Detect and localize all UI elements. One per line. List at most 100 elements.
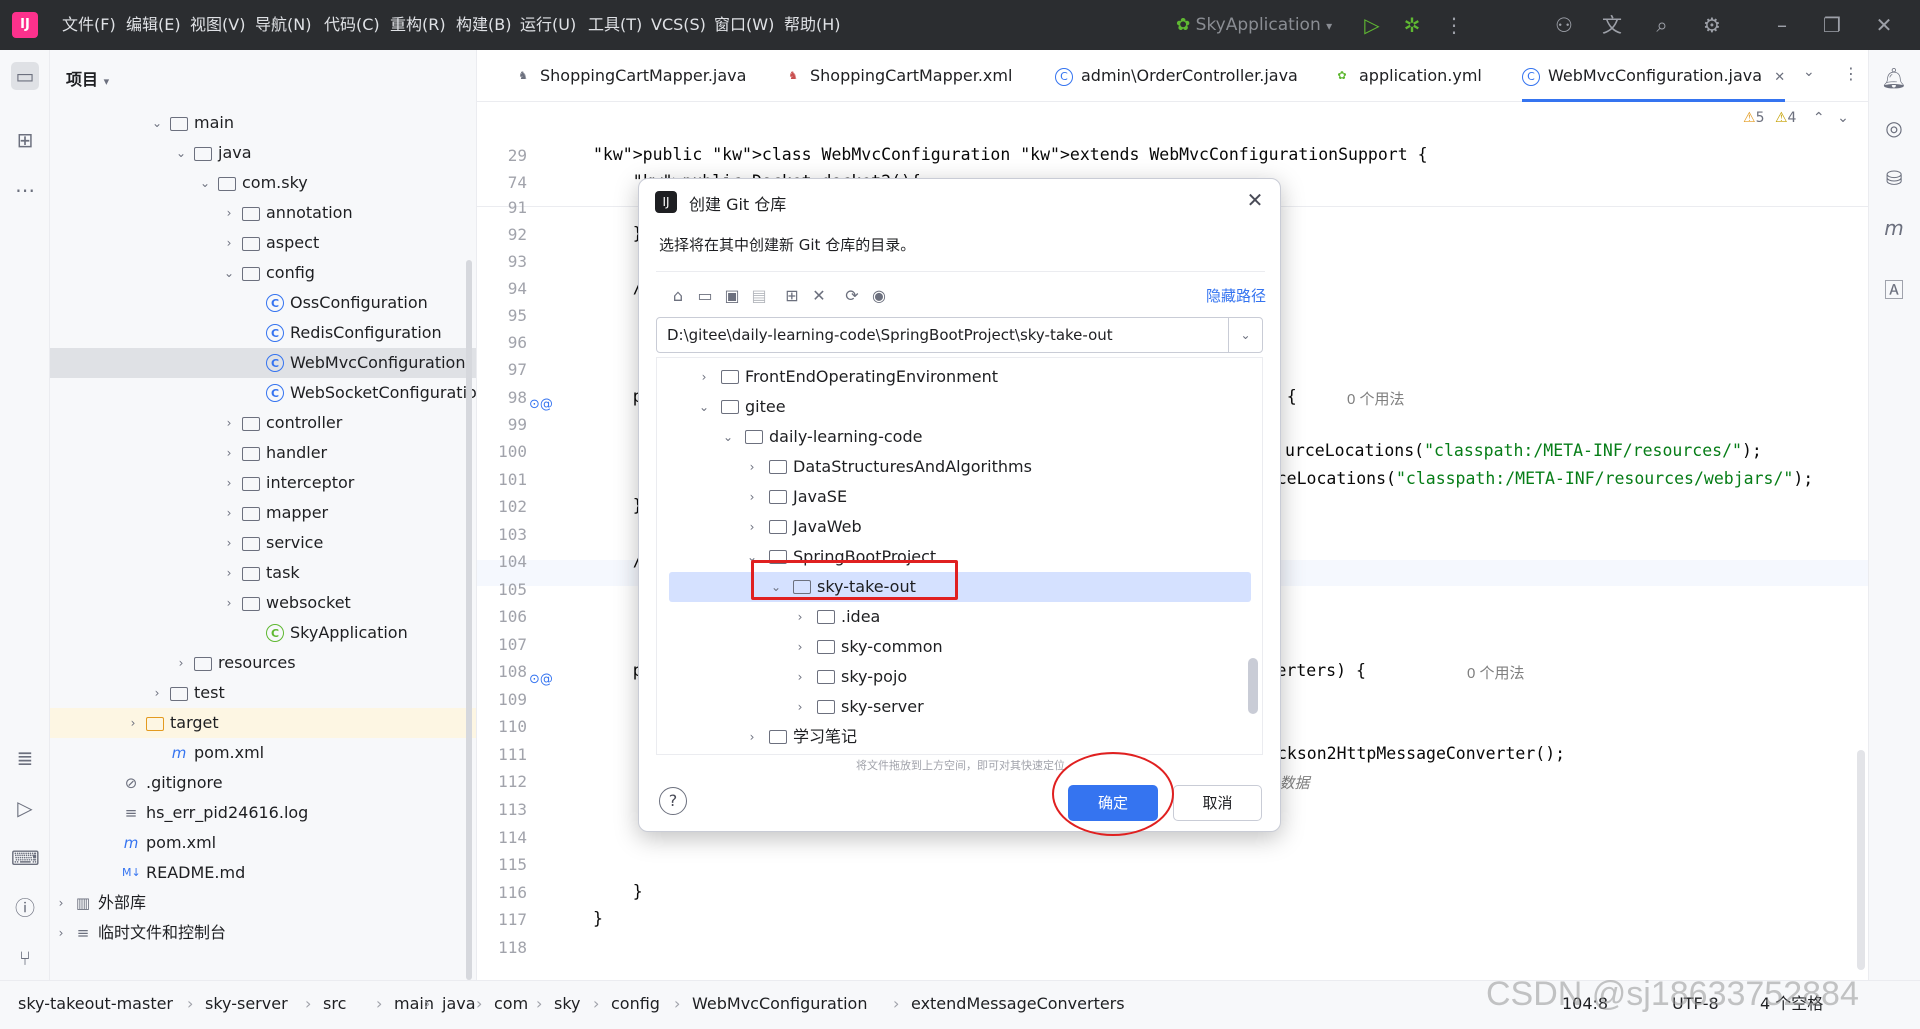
inspections-widget[interactable]: ⚠5 ⚠4 ⌃ ⌄: [1743, 110, 1849, 126]
chevron-right-icon[interactable]: ›: [222, 528, 236, 558]
chevron-right-icon[interactable]: ›: [793, 602, 807, 632]
directory-tree-item[interactable]: › JavaWeb: [657, 512, 1247, 542]
project-tree-item[interactable]: › annotation: [50, 198, 476, 228]
chevron-down-icon[interactable]: ⌄: [721, 422, 735, 452]
menu-item[interactable]: 帮助(H): [784, 0, 841, 50]
usages-hint[interactable]: 0 个用法: [1347, 388, 1405, 409]
chevron-right-icon[interactable]: ›: [793, 632, 807, 662]
chevron-right-icon[interactable]: ›: [745, 452, 759, 482]
chevron-down-icon[interactable]: ⌄: [150, 108, 164, 138]
project-tree-item[interactable]: C WebMvcConfiguration: [50, 348, 476, 378]
editor-tab[interactable]: C WebMvcConfiguration.java ✕: [1522, 50, 1786, 102]
project-tree-item[interactable]: ⌄ config: [50, 258, 476, 288]
chevron-right-icon[interactable]: ›: [126, 708, 140, 738]
path-input[interactable]: D:\gitee\daily-learning-code\SpringBootP…: [656, 317, 1263, 353]
project-folder-icon[interactable]: ▣: [721, 285, 743, 307]
project-tree-item[interactable]: › mapper: [50, 498, 476, 528]
menu-item[interactable]: 运行(U): [520, 0, 576, 50]
menu-item[interactable]: 文件(F): [62, 0, 116, 50]
chevron-right-icon[interactable]: ›: [150, 678, 164, 708]
chevron-down-icon[interactable]: ⌄: [174, 138, 188, 168]
breadcrumb-item[interactable]: sky-server: [205, 981, 288, 1027]
chevron-right-icon[interactable]: ›: [222, 198, 236, 228]
home-icon[interactable]: ⌂: [667, 285, 689, 307]
chevron-right-icon[interactable]: ›: [222, 588, 236, 618]
editor-tab[interactable]: ♞ ShoppingCartMapper.java: [514, 50, 746, 102]
chevron-down-icon[interactable]: ⌄: [198, 168, 212, 198]
prev-highlight-icon[interactable]: ⌃: [1813, 110, 1825, 126]
chevron-right-icon[interactable]: ›: [174, 648, 188, 678]
project-scrollbar[interactable]: [466, 260, 472, 980]
project-tree-item[interactable]: › interceptor: [50, 468, 476, 498]
breadcrumb-item[interactable]: src: [323, 981, 346, 1027]
chevron-down-icon[interactable]: ⌄: [1228, 318, 1262, 352]
ai-chat-icon[interactable]: 🄰: [1880, 276, 1908, 304]
chevron-right-icon[interactable]: ›: [745, 722, 759, 752]
breadcrumb-item[interactable]: config: [611, 981, 660, 1027]
directory-tree-item[interactable]: › DataStructuresAndAlgorithms: [657, 452, 1247, 482]
settings-gear-icon[interactable]: ⚙: [1700, 13, 1724, 37]
close-icon[interactable]: ✕: [1240, 185, 1270, 215]
project-tree-item[interactable]: › resources: [50, 648, 476, 678]
menu-item[interactable]: 视图(V): [190, 0, 245, 50]
run-configuration-selector[interactable]: ✿ SkyApplication ▾: [1176, 0, 1332, 50]
project-tree-item[interactable]: C OssConfiguration: [50, 288, 476, 318]
menu-item[interactable]: VCS(S): [651, 0, 706, 50]
project-tree-item[interactable]: › websocket: [50, 588, 476, 618]
menu-item[interactable]: 构建(B): [456, 0, 511, 50]
minimize-icon[interactable]: –: [1770, 13, 1794, 37]
directory-tree-item[interactable]: › sky-common: [657, 632, 1247, 662]
project-tree-item[interactable]: ⌄ main: [50, 108, 476, 138]
chevron-right-icon[interactable]: ›: [222, 438, 236, 468]
menu-item[interactable]: 导航(N): [255, 0, 311, 50]
help-icon[interactable]: ?: [659, 787, 687, 815]
project-tree-item[interactable]: ≡ hs_err_pid24616.log: [50, 798, 476, 828]
chevron-right-icon[interactable]: ›: [697, 362, 711, 392]
project-tree-item[interactable]: ⌄ com.sky: [50, 168, 476, 198]
menu-item[interactable]: 工具(T): [588, 0, 642, 50]
chevron-right-icon[interactable]: ›: [793, 692, 807, 722]
project-tree-item[interactable]: › target: [50, 708, 476, 738]
hide-path-link[interactable]: 隐藏路径: [1206, 285, 1266, 306]
chevron-right-icon[interactable]: ›: [793, 662, 807, 692]
code-with-me-icon[interactable]: ⚇: [1552, 13, 1576, 37]
directory-tree-item[interactable]: › FrontEndOperatingEnvironment: [657, 362, 1247, 392]
breadcrumb-item[interactable]: sky-takeout-master: [18, 981, 173, 1027]
directory-tree-item[interactable]: ⌄ daily-learning-code: [657, 422, 1247, 452]
breadcrumb-item[interactable]: extendMessageConverters: [911, 981, 1125, 1027]
tree-scrollbar[interactable]: [1248, 658, 1258, 714]
close-window-icon[interactable]: ✕: [1872, 13, 1896, 37]
intellij-logo-icon[interactable]: IJ: [12, 12, 38, 38]
editor-scrollbar[interactable]: [1857, 750, 1865, 970]
chevron-right-icon[interactable]: ›: [222, 558, 236, 588]
chevron-right-icon[interactable]: ›: [222, 228, 236, 258]
project-tree-item[interactable]: › ▥ 外部库: [50, 888, 476, 918]
more-tools-icon[interactable]: ⋯: [11, 176, 39, 204]
chevron-right-icon[interactable]: ›: [54, 888, 68, 918]
delete-icon[interactable]: ✕: [808, 285, 830, 307]
project-tree-item[interactable]: C SkyApplication: [50, 618, 476, 648]
directory-tree-item[interactable]: › sky-pojo: [657, 662, 1247, 692]
refresh-icon[interactable]: ⟳: [841, 285, 863, 307]
directory-tree-item[interactable]: › 学习笔记: [657, 722, 1247, 752]
project-tree-item[interactable]: › handler: [50, 438, 476, 468]
chevron-down-icon[interactable]: ⌄: [697, 392, 711, 422]
cancel-button[interactable]: 取消: [1173, 785, 1262, 821]
directory-tree-item[interactable]: ⌄ gitee: [657, 392, 1247, 422]
structure-icon[interactable]: ⊞: [11, 126, 39, 154]
problems-icon[interactable]: ⓘ: [11, 894, 39, 922]
database-icon[interactable]: ⛁: [1880, 164, 1908, 192]
project-tree-item[interactable]: m pom.xml: [50, 828, 476, 858]
project-tree-item[interactable]: › ≡ 临时文件和控制台: [50, 918, 476, 948]
next-highlight-icon[interactable]: ⌄: [1837, 110, 1849, 126]
menu-item[interactable]: 重构(R): [390, 0, 446, 50]
close-tab-icon[interactable]: ✕: [1770, 70, 1785, 85]
debug-icon[interactable]: ✲: [1400, 13, 1424, 37]
project-tree-item[interactable]: ⊘ .gitignore: [50, 768, 476, 798]
tabs-dropdown-icon[interactable]: ⌄: [1803, 64, 1815, 80]
menu-item[interactable]: 编辑(E): [126, 0, 181, 50]
git-icon[interactable]: ⑂: [11, 944, 39, 972]
desktop-icon[interactable]: ▭: [694, 285, 716, 307]
new-folder-icon[interactable]: ⊞: [781, 285, 803, 307]
project-tree-item[interactable]: › controller: [50, 408, 476, 438]
